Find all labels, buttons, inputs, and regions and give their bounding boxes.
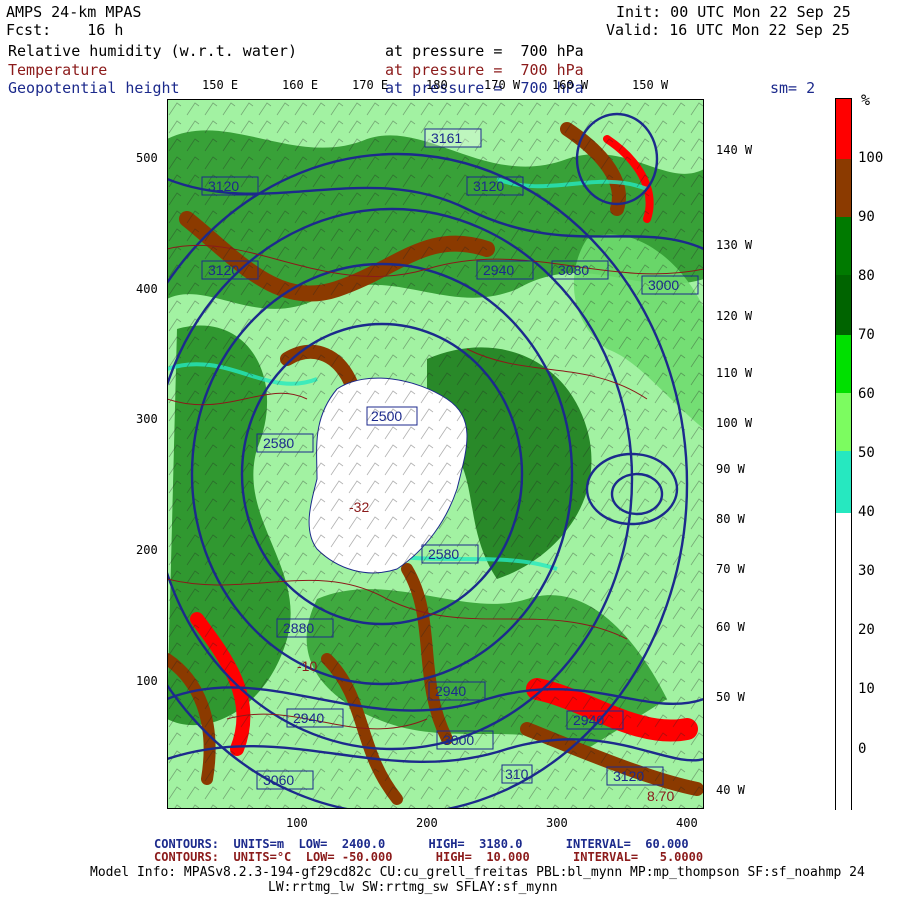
colorbar-segment: [836, 217, 851, 275]
field-temp-name: Temperature: [8, 61, 108, 79]
svg-text:2940: 2940: [483, 262, 514, 278]
right-longitude-label: 140 W: [716, 143, 753, 157]
svg-text:3000: 3000: [648, 277, 679, 293]
colorbar-tick-label: 50: [858, 445, 875, 461]
right-longitude-label: 130 W: [716, 238, 753, 252]
svg-text:8.70: 8.70: [647, 788, 674, 804]
forecast-hour: Fcst: 16 h: [6, 21, 124, 39]
bottom-grid-label: 400: [676, 816, 698, 830]
weather-map: 3161 3120 3120 3120 2940 3080 3000 2500 …: [167, 99, 704, 809]
svg-text:3000: 3000: [443, 732, 474, 748]
field-rh-level: at pressure = 700 hPa: [385, 42, 584, 60]
left-grid-label: 400: [136, 282, 158, 296]
svg-text:-32: -32: [349, 499, 369, 515]
svg-text:3120: 3120: [473, 178, 504, 194]
colorbar-tick-label: 90: [858, 209, 875, 225]
temp-contour-info: CONTOURS: UNITS=°C LOW= -50.000 HIGH= 10…: [154, 850, 704, 864]
colorbar-segment: [836, 451, 851, 513]
colorbar-segment: [836, 275, 851, 335]
colorbar-tick-label: 100: [858, 150, 884, 166]
left-grid-label: 100: [136, 674, 158, 688]
right-longitude-label: 50 W: [716, 690, 745, 704]
smoothing-label: sm= 2: [770, 79, 816, 97]
top-longitude-label: 150 W: [632, 78, 669, 92]
svg-text:-10: -10: [297, 658, 317, 674]
colorbar-tick-label: 30: [858, 563, 875, 579]
colorbar-segment: [836, 159, 851, 217]
right-longitude-label: 70 W: [716, 562, 745, 576]
top-longitude-label: 160 W: [552, 78, 589, 92]
colorbar-tick-label: 10: [858, 681, 875, 697]
map-canvas: 3161 3120 3120 3120 2940 3080 3000 2500 …: [167, 99, 704, 809]
colorbar-tick-label: 60: [858, 386, 875, 402]
init-time: Init: 00 UTC Mon 22 Sep 25: [616, 3, 851, 21]
colorbar-tick-label: 70: [858, 327, 875, 343]
svg-text:2940: 2940: [293, 710, 324, 726]
colorbar-tick-label: 80: [858, 268, 875, 284]
right-longitude-label: 90 W: [716, 462, 745, 476]
model-info: Model Info: MPASv8.2.3-194-gf29cd82c CU:…: [90, 865, 865, 880]
valid-time: Valid: 16 UTC Mon 22 Sep 25: [606, 21, 850, 39]
right-longitude-label: 60 W: [716, 620, 745, 634]
colorbar-segment: [836, 393, 851, 451]
svg-text:3080: 3080: [558, 262, 589, 278]
field-height-name: Geopotential height: [8, 79, 180, 97]
right-longitude-label: 80 W: [716, 512, 745, 526]
left-grid-label: 200: [136, 543, 158, 557]
colorbar-tick-label: 0: [858, 741, 867, 757]
svg-text:3120: 3120: [208, 262, 239, 278]
model-info-line2: LW:rrtmg_lw SW:rrtmg_sw SFLAY:sf_mynn: [268, 880, 558, 895]
colorbar-segment: [836, 335, 851, 393]
svg-text:2500: 2500: [371, 408, 402, 424]
colorbar-segment: [836, 513, 851, 811]
top-longitude-label: 180: [426, 78, 448, 92]
svg-text:3161: 3161: [431, 130, 462, 146]
weather-map-page: { "header": { "model": "AMPS 24-km MPAS"…: [0, 0, 900, 900]
bottom-grid-label: 300: [546, 816, 568, 830]
bottom-grid-label: 200: [416, 816, 438, 830]
field-rh-name: Relative humidity (w.r.t. water): [8, 42, 297, 60]
svg-text:2880: 2880: [283, 620, 314, 636]
left-grid-label: 500: [136, 151, 158, 165]
top-longitude-label: 170 W: [484, 78, 521, 92]
svg-text:2580: 2580: [263, 435, 294, 451]
model-title: AMPS 24-km MPAS: [6, 3, 142, 21]
colorbar-tick-label: 40: [858, 504, 875, 520]
top-longitude-label: 170 E: [352, 78, 389, 92]
right-longitude-label: 110 W: [716, 366, 753, 380]
right-longitude-label: 100 W: [716, 416, 753, 430]
svg-text:3060: 3060: [263, 772, 294, 788]
colorbar-segment: [836, 99, 851, 159]
svg-text:2580: 2580: [428, 546, 459, 562]
right-longitude-label: 40 W: [716, 783, 745, 797]
field-temp-level: at pressure = 700 hPa: [385, 61, 584, 79]
svg-text:3120: 3120: [208, 178, 239, 194]
svg-text:3120: 3120: [613, 768, 644, 784]
colorbar-tick-label: 20: [858, 622, 875, 638]
svg-text:310: 310: [505, 766, 529, 782]
left-grid-label: 300: [136, 412, 158, 426]
colorbar-unit: %: [861, 91, 871, 109]
top-longitude-label: 150 E: [202, 78, 239, 92]
bottom-grid-label: 100: [286, 816, 308, 830]
svg-text:2940: 2940: [573, 712, 604, 728]
top-longitude-label: 160 E: [282, 78, 319, 92]
colorbar: [835, 98, 852, 811]
svg-text:2940: 2940: [435, 683, 466, 699]
right-longitude-label: 120 W: [716, 309, 753, 323]
